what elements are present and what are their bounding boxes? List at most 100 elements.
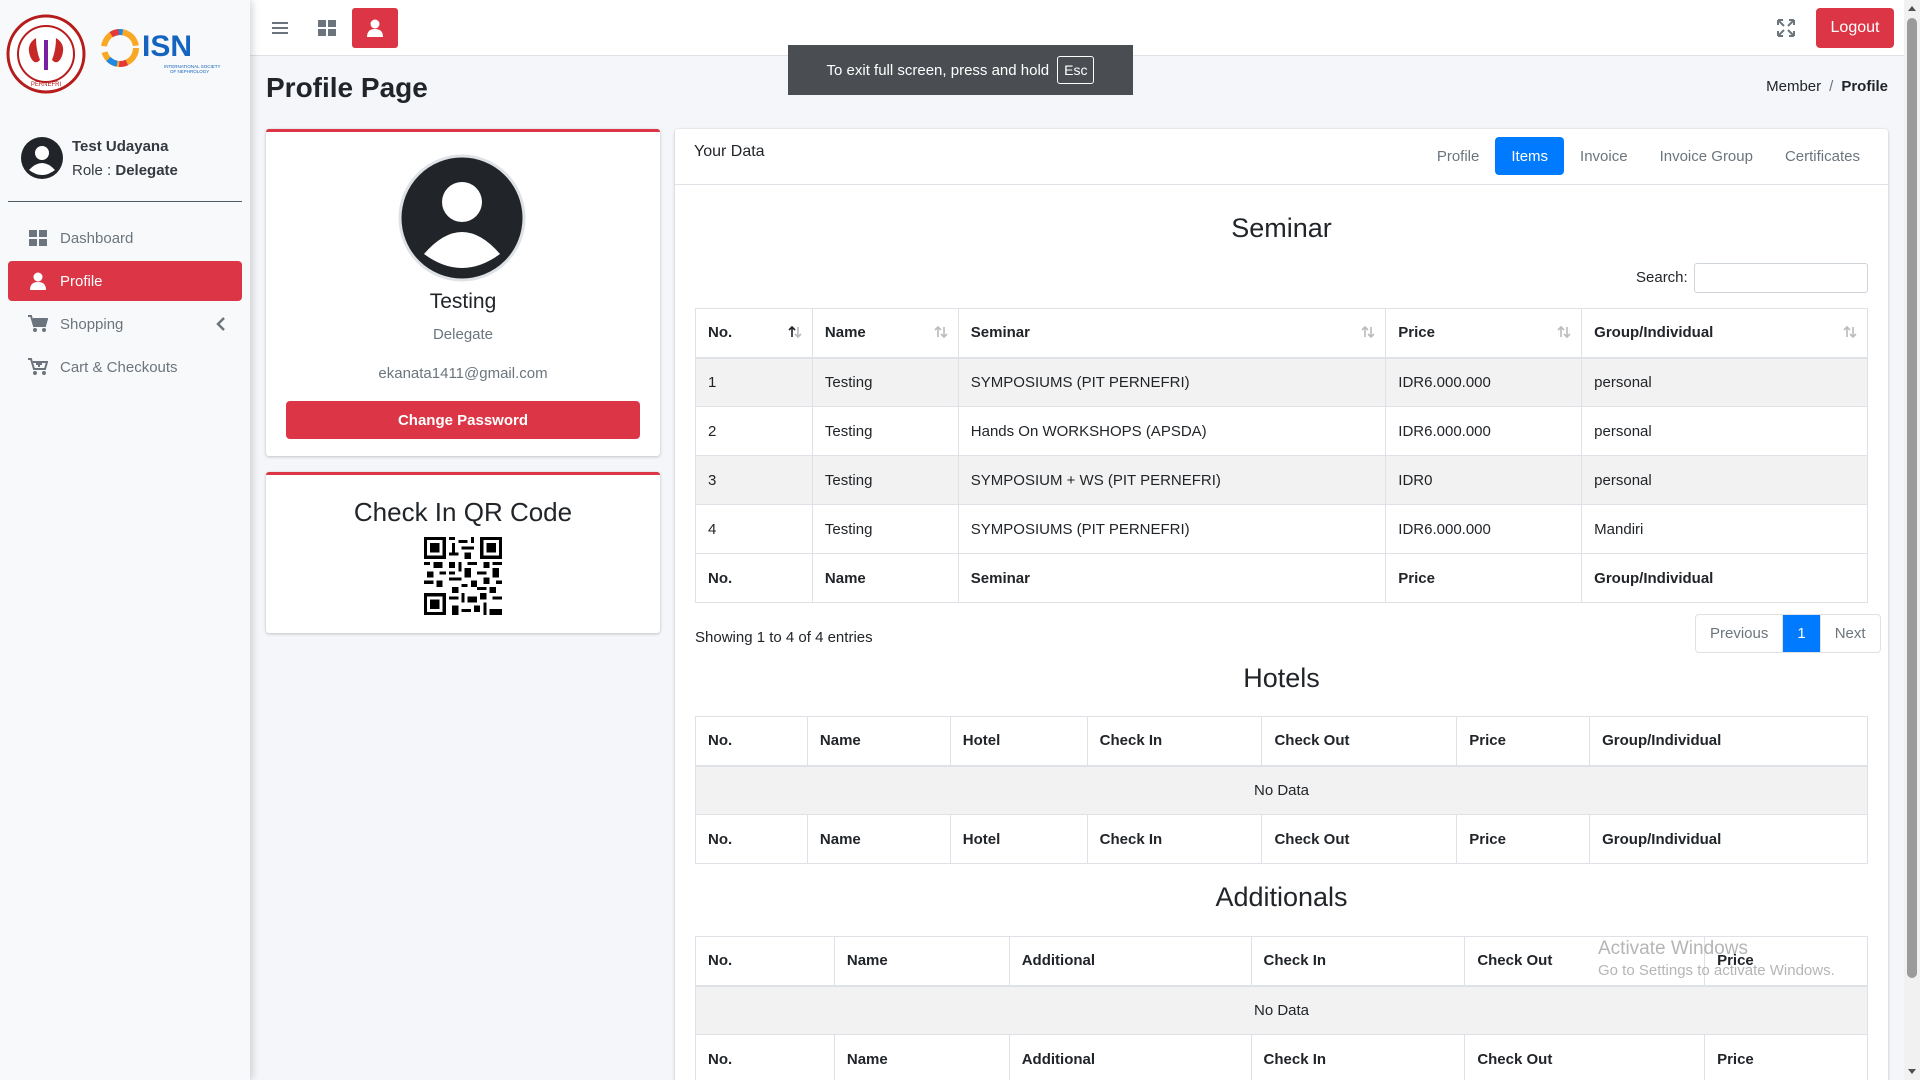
scroll-down-icon[interactable] [1907, 1066, 1917, 1076]
user-role: Role : Delegate [72, 162, 178, 179]
table-row: 2 Testing Hands On WORKSHOPS (APSDA) IDR… [695, 406, 1868, 456]
col-footer: Check Out [1261, 814, 1458, 864]
sort-icon [1557, 325, 1571, 339]
col-header[interactable]: Price [1385, 308, 1583, 359]
col-header[interactable]: Hotel [949, 716, 1088, 767]
cell: IDR6.000.000 [1385, 357, 1583, 407]
sidebar-item-label: Cart & Checkouts [60, 358, 178, 376]
col-header[interactable]: Name [811, 308, 959, 359]
col-header-label: Price [1398, 324, 1435, 342]
scroll-thumb[interactable] [1907, 18, 1917, 978]
sidebar-item-dashboard[interactable]: Dashboard [8, 218, 242, 258]
col-footer: Group/Individual [1581, 553, 1868, 603]
col-footer: Seminar [957, 553, 1387, 603]
pagination-page[interactable]: 1 [1782, 615, 1820, 652]
hotels-title: Hotels [1243, 663, 1320, 693]
sidebar: PERNEFRI ISN INTERNATIONAL SOCIETY OF NE… [0, 0, 250, 1080]
cart-plus-icon [28, 357, 48, 377]
cell: 3 [695, 455, 813, 505]
tab-profile[interactable]: Profile [1421, 137, 1496, 175]
col-header[interactable]: Name [833, 936, 1010, 987]
scroll-up-icon[interactable] [1907, 4, 1917, 14]
user-icon [28, 271, 48, 291]
col-footer: Additional [1008, 1034, 1252, 1080]
empty-message: No Data [695, 765, 1868, 815]
col-header[interactable]: No. [695, 716, 808, 767]
pagination-next[interactable]: Next [1819, 615, 1880, 652]
menu-toggle-button[interactable] [258, 8, 302, 48]
breadcrumb-member[interactable]: Member [1766, 78, 1821, 95]
col-footer: Name [833, 1034, 1010, 1080]
col-footer: Group/Individual [1589, 814, 1868, 864]
sidebar-item-profile[interactable]: Profile [8, 261, 242, 301]
cell: personal [1581, 455, 1868, 505]
table-header-row: No. Name Hotel Check In Check Out Price … [695, 716, 1868, 767]
col-header[interactable]: No. [695, 308, 813, 359]
cell: IDR6.000.000 [1385, 504, 1583, 554]
tab-invoice[interactable]: Invoice [1564, 137, 1644, 175]
tab-invoice-group[interactable]: Invoice Group [1644, 137, 1769, 175]
cell: Testing [811, 455, 959, 505]
qr-title: Check In QR Code [353, 497, 573, 527]
pagination-previous[interactable]: Previous [1696, 615, 1782, 652]
col-footer: Price [1385, 553, 1583, 603]
fullscreen-toast: To exit full screen, press and hold Esc [788, 45, 1133, 95]
user-icon [367, 19, 383, 37]
search-input[interactable] [1694, 263, 1868, 293]
col-header-label: No. [708, 324, 733, 342]
col-footer: Price [1456, 814, 1591, 864]
change-password-button[interactable]: Change Password [286, 401, 640, 439]
pernefri-logo[interactable]: PERNEFRI [6, 14, 86, 94]
isn-logo[interactable]: ISN INTERNATIONAL SOCIETY OF NEPHROLOGY [98, 26, 238, 84]
search-label: Search: [1636, 269, 1688, 286]
pagination: Previous 1 Next [1695, 614, 1881, 653]
col-footer: Check Out [1464, 1034, 1706, 1080]
data-card-title: Your Data [694, 143, 765, 160]
col-header[interactable]: Group/Individual [1589, 716, 1868, 767]
profile-name: Testing [429, 290, 497, 313]
col-header[interactable]: Check In [1086, 716, 1263, 767]
table-row: 3 Testing SYMPOSIUM + WS (PIT PERNEFRI) … [695, 455, 1868, 505]
col-footer: No. [695, 553, 813, 603]
col-header[interactable]: Name [806, 716, 951, 767]
col-header-label: Group/Individual [1594, 324, 1714, 342]
col-footer: No. [695, 1034, 835, 1080]
sidebar-item-cart-checkouts[interactable]: Cart & Checkouts [8, 347, 242, 387]
profile-nav-button[interactable] [352, 8, 398, 48]
tab-certificates[interactable]: Certificates [1769, 137, 1876, 175]
profile-card: Testing Delegate ekanata1411@gmail.com C… [266, 129, 660, 456]
page-scrollbar[interactable] [1904, 0, 1920, 1080]
col-header[interactable]: No. [695, 936, 835, 987]
dashboard-icon [318, 20, 336, 36]
additionals-title: Additionals [1215, 882, 1348, 912]
logout-button[interactable]: Logout [1816, 8, 1894, 48]
col-header[interactable]: Group/Individual [1581, 308, 1868, 359]
table-row: 4 Testing SYMPOSIUMS (PIT PERNEFRI) IDR6… [695, 504, 1868, 554]
qr-card: Check In QR Code [266, 472, 660, 633]
col-header[interactable]: Additional [1008, 936, 1252, 987]
breadcrumb-profile: Profile [1841, 78, 1888, 95]
cell: SYMPOSIUMS (PIT PERNEFRI) [957, 357, 1387, 407]
col-footer: Hotel [949, 814, 1088, 864]
col-header[interactable]: Seminar [957, 308, 1387, 359]
fullscreen-icon[interactable] [1774, 16, 1798, 40]
user-name[interactable]: Test Udayana [72, 138, 168, 155]
col-header[interactable]: Check In [1250, 936, 1466, 987]
cell: SYMPOSIUM + WS (PIT PERNEFRI) [957, 455, 1387, 505]
col-header-label: Name [824, 324, 866, 342]
sort-icon [1843, 325, 1857, 339]
table-header-row: No. Name Seminar Price Group/Individual [695, 308, 1868, 359]
sidebar-item-shopping[interactable]: Shopping [8, 304, 242, 344]
tab-items[interactable]: Items [1495, 137, 1565, 175]
col-header[interactable]: Check Out [1261, 716, 1458, 767]
dashboard-nav-button[interactable] [305, 8, 349, 48]
table-row: No Data [695, 765, 1868, 815]
cell: 4 [695, 504, 813, 554]
col-footer: Name [806, 814, 951, 864]
user-avatar-icon [21, 137, 63, 179]
profile-avatar-icon [398, 154, 526, 282]
col-footer: Name [811, 553, 959, 603]
col-header[interactable]: Price [1456, 716, 1591, 767]
col-header-label: Seminar [970, 324, 1030, 342]
sort-icon [934, 325, 948, 339]
